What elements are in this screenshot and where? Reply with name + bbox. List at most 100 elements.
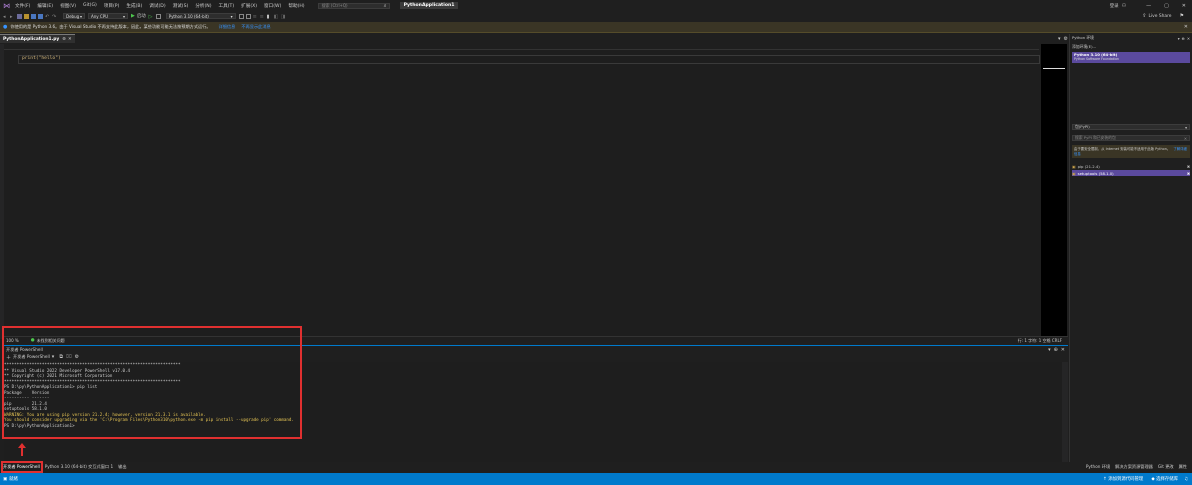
package-icon: ▣ <box>1072 163 1076 169</box>
menu-item-5[interactable]: 生成(B) <box>126 3 142 9</box>
code-line-1[interactable]: print("hello") <box>22 56 61 61</box>
account-icon[interactable]: ⚇ <box>1122 3 1126 9</box>
start-button[interactable]: 启动 <box>137 13 146 19</box>
tab-python-interactive[interactable]: Python 3.10 (64-bit) 交互式窗口 1 <box>45 464 113 470</box>
chevron-down-icon: ▾ <box>122 13 125 19</box>
pin-icon[interactable]: ⊕ <box>62 37 66 42</box>
menu-item-11[interactable]: 窗口(W) <box>264 3 281 9</box>
feedback-icon[interactable]: ⚑ <box>1180 13 1184 19</box>
redo-icon[interactable]: ↷ <box>52 14 57 20</box>
status-bar: ▣ 就绪 ↑ 添加到源代码管理 ◆ 选择存储库 ♫ <box>0 473 1192 485</box>
bookmark-icon[interactable]: ▮ <box>267 14 272 20</box>
tab-git-changes[interactable]: Git 更改 <box>1158 464 1174 470</box>
code-editor[interactable] <box>4 50 1040 336</box>
bookmark-prev-icon[interactable]: ◧ <box>274 14 279 20</box>
info-icon: ● <box>3 24 8 30</box>
env-item-python310[interactable]: Python 3.10 (64-bit) Python Software Fou… <box>1072 52 1190 63</box>
platform-dropdown[interactable]: Any CPU ▾ <box>88 13 128 19</box>
current-line-highlight <box>18 55 1040 64</box>
menu-item-12[interactable]: 帮助(H) <box>288 3 304 9</box>
tab-pythonapplication1-py[interactable]: PythonApplication1.py ⊕ ✕ <box>0 34 75 43</box>
menu-item-2[interactable]: 视图(V) <box>60 3 76 9</box>
search-input[interactable]: 搜索 (Ctrl+Q) ⌕ <box>317 2 390 9</box>
forward-icon[interactable]: ▸ <box>10 14 15 20</box>
title-bar: ⋈ 文件(F) 编辑(E) 视图(V) Git(G) 项目(P) 生成(B) 调试(D) 测试… <box>0 0 1192 11</box>
toolbar: ◂ ▸ ↶ ↷ Debug ▾ Any CPU ▾ ▶ 启动 ▷ Python 3.… <box>0 11 1192 21</box>
menu-item-7[interactable]: 测试(S) <box>173 3 189 9</box>
close-icon[interactable]: ✖ <box>1187 164 1190 169</box>
status-ready: 就绪 <box>9 477 18 482</box>
info-bar: ● 你使用的是 Python 3.6。由于 Visual Studio 不再支持… <box>0 22 1192 33</box>
screen-icon[interactable] <box>155 13 161 19</box>
comment-icon[interactable]: ≡ <box>253 14 258 20</box>
package-item-pip[interactable]: ▣ pip (21.2.4) ✖ <box>1072 163 1190 169</box>
terminal-icon[interactable] <box>245 13 251 19</box>
menu-item-9[interactable]: 工具(T) <box>219 3 235 9</box>
add-to-source-control[interactable]: ↑ 添加到源代码管理 <box>1103 476 1143 482</box>
env-icon[interactable] <box>238 13 244 19</box>
dont-show-link[interactable]: 不再显示此消息 <box>241 24 270 30</box>
minimize-button[interactable]: — <box>1146 3 1151 9</box>
back-icon[interactable]: ◂ <box>3 14 8 20</box>
vs-logo-icon[interactable]: ⋈ <box>3 2 10 10</box>
pin-icon[interactable]: ⊕ <box>1182 36 1185 41</box>
sign-in-link[interactable]: 登录 <box>1110 3 1119 9</box>
menu-item-4[interactable]: 项目(P) <box>104 3 120 9</box>
terminal-scrollbar[interactable] <box>1062 362 1068 462</box>
tab-output[interactable]: 输出 <box>118 464 126 470</box>
menu-item-6[interactable]: 调试(D) <box>149 3 165 9</box>
close-icon[interactable]: ✕ <box>68 37 72 42</box>
status-icon: ▣ <box>3 476 8 482</box>
open-icon[interactable] <box>24 13 29 19</box>
menu-item-0[interactable]: 文件(F) <box>15 3 30 9</box>
tab-python-environments[interactable]: Python 环境 <box>1086 464 1110 470</box>
annotation-highlight-terminal <box>2 326 302 439</box>
chevron-down-icon[interactable]: ▾ <box>1048 347 1051 353</box>
close-icon[interactable]: ✕ <box>1184 24 1188 30</box>
panel-title: Python 环境 <box>1072 35 1094 40</box>
package-search-input[interactable]: 搜索 PyPI 和已安装的包 ✕ <box>1072 135 1190 141</box>
minimap-viewport[interactable] <box>1043 68 1065 69</box>
close-icon[interactable]: ✕ <box>1187 36 1190 41</box>
chevron-down-icon: ▾ <box>79 13 82 19</box>
search-icon: ⌕ <box>383 2 387 9</box>
maximize-button[interactable]: ▢ <box>1164 3 1169 9</box>
run-without-debug-icon[interactable]: ▷ <box>149 14 154 20</box>
panel-header: Python 环境 ▾ ⊕ ✕ <box>1072 35 1190 41</box>
undo-icon[interactable]: ↶ <box>45 14 50 20</box>
menu-item-10[interactable]: 扩展(X) <box>241 3 257 9</box>
live-share-icon[interactable]: ⇪ <box>1142 13 1146 19</box>
config-dropdown[interactable]: Debug ▾ <box>63 13 85 19</box>
tab-solution-explorer[interactable]: 解决方案资源管理器 <box>1115 464 1153 470</box>
chevron-down-icon[interactable]: ▾ <box>1058 36 1061 42</box>
chevron-down-icon[interactable]: ▾ <box>1178 36 1180 41</box>
save-all-icon[interactable] <box>38 13 43 19</box>
security-notice: 由于要安全限制，从 Internet 安装可能不适用于此版 Python。 了解… <box>1072 145 1190 158</box>
minimap[interactable] <box>1041 44 1067 339</box>
gear-icon[interactable]: ⚙ <box>1064 36 1068 42</box>
details-link[interactable]: 详细信息 <box>219 24 236 30</box>
pin-icon[interactable]: ⊕ <box>1054 347 1058 353</box>
close-icon[interactable]: ✕ <box>1061 347 1065 353</box>
menu-item-3[interactable]: Git(G) <box>83 3 97 8</box>
uncomment-icon[interactable]: ≡ <box>260 14 265 20</box>
live-share-button[interactable]: Live Share <box>1148 14 1171 19</box>
close-button[interactable]: ✕ <box>1182 3 1186 9</box>
project-title: PythonApplication1 <box>399 2 459 9</box>
close-icon[interactable]: ✕ <box>1184 136 1187 141</box>
python-env-dropdown[interactable]: Python 3.10 (64-bit) ▾ <box>165 13 236 19</box>
tab-properties[interactable]: 属性 <box>1179 464 1187 470</box>
info-message: 你使用的是 Python 3.6。由于 Visual Studio 不再支持此版… <box>10 24 211 29</box>
bookmark-next-icon[interactable]: ◨ <box>281 14 286 20</box>
start-icon[interactable]: ▶ <box>131 13 135 19</box>
packages-dropdown[interactable]: 包(PyPI) ▾ <box>1072 124 1190 130</box>
package-item-setuptools[interactable]: ▣ setuptools (58.1.0) ✖ <box>1072 170 1190 176</box>
close-icon[interactable]: ✖ <box>1187 171 1190 176</box>
notifications-icon[interactable]: ♫ <box>1184 477 1188 482</box>
add-environment-link[interactable]: 添加环境(E)... <box>1072 44 1190 50</box>
save-icon[interactable] <box>31 13 36 19</box>
new-file-icon[interactable] <box>17 13 22 19</box>
menu-item-1[interactable]: 编辑(E) <box>37 3 53 9</box>
menu-item-8[interactable]: 分析(N) <box>195 3 211 9</box>
select-repository[interactable]: ◆ 选择存储库 <box>1151 476 1178 482</box>
